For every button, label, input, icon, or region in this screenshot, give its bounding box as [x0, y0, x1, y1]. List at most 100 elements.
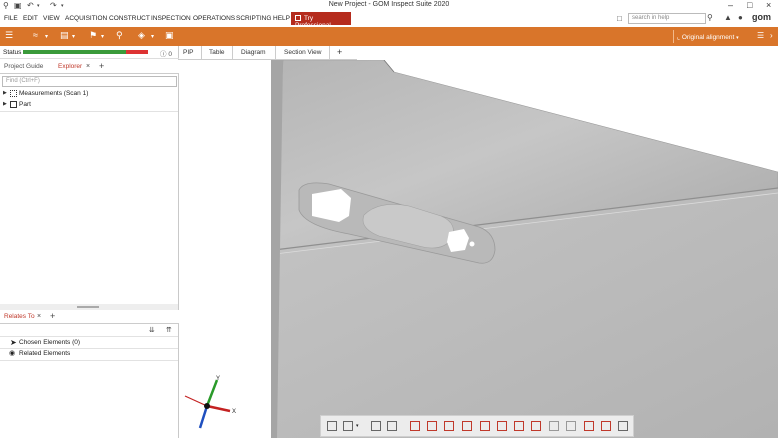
explorer-tab-bar: Project Guide Explorer × +	[0, 60, 179, 74]
display-mode-icon[interactable]	[327, 421, 337, 431]
related-elements-icon: ◉	[9, 350, 16, 357]
invert-select-icon[interactable]	[566, 421, 576, 431]
status-progress-fill	[23, 50, 126, 54]
toolbar-options-icon[interactable]: ☰	[757, 31, 764, 40]
deselect-icon[interactable]	[549, 421, 559, 431]
menu-help[interactable]: HELP	[273, 15, 290, 22]
tab-explorer[interactable]: Explorer	[58, 63, 82, 70]
menu-construct[interactable]: CONSTRUCT	[109, 15, 150, 22]
add-view-tab-button[interactable]: +	[337, 47, 342, 57]
tab-separator	[232, 46, 233, 60]
tree-item-measurements[interactable]: ▶ Measurements (Scan 1)	[0, 89, 178, 100]
find-input[interactable]: Find (Ctrl+F)	[2, 76, 177, 87]
toolbar-separator	[673, 30, 674, 43]
menu-view[interactable]: VIEW	[43, 15, 60, 22]
left-panel: Status ⓘ 0 Project Guide Explorer × + Fi…	[0, 46, 179, 438]
y-axis-label: Y	[216, 376, 220, 382]
expand-arrow-icon[interactable]: ▶	[3, 101, 7, 107]
alignment-selector[interactable]: ⌞ Original alignment ▾	[673, 27, 739, 46]
select-icon[interactable]	[371, 421, 381, 431]
cursor-icon: ➤	[10, 338, 17, 347]
try-professional-button[interactable]: Try Professional	[291, 12, 351, 29]
lock-icon[interactable]: □	[617, 14, 622, 23]
flag-tool-icon[interactable]: ⚑	[89, 30, 97, 41]
tab-table[interactable]: Table	[209, 49, 225, 56]
view-tab-bar: PIP Table Diagram Section View +	[179, 46, 357, 60]
tab-project-guide[interactable]: Project Guide	[4, 63, 43, 70]
select-through-icon[interactable]	[601, 421, 611, 431]
menu-icon[interactable]: ☰	[5, 30, 13, 41]
tree-item-label: Part	[19, 101, 31, 108]
mirror-icon[interactable]	[387, 421, 397, 431]
chevron-down-icon[interactable]: ▾	[45, 33, 48, 40]
status-row: Status ⓘ 0	[0, 46, 179, 59]
divider	[0, 111, 178, 112]
camera-icon[interactable]: ▣	[165, 30, 174, 41]
car-door-mesh[interactable]	[179, 60, 778, 438]
relates-tab-bar: Relates To × +	[0, 310, 179, 324]
menu-inspection[interactable]: INSPECTION	[151, 15, 191, 22]
tree-item-part[interactable]: ▶ Part	[0, 100, 178, 111]
main-toolbar: ☰ ≈ ▾ ▤ ▾ ⚑ ▾ ⚲ ◈ ▾ ▣	[0, 27, 778, 46]
coordinate-axis-gizmo: Y X	[184, 376, 236, 429]
expand-up-icon[interactable]: ⇈	[166, 326, 172, 334]
3d-viewport[interactable]	[179, 60, 778, 438]
tab-relates-to[interactable]: Relates To	[4, 313, 35, 320]
menu-acquisition[interactable]: ACQUISITION	[65, 15, 107, 22]
section-icon[interactable]	[410, 421, 420, 431]
help-search-icon[interactable]: ⚲	[707, 13, 713, 22]
angle-select-icon[interactable]	[514, 421, 524, 431]
chevron-right-icon[interactable]: ›	[770, 31, 773, 40]
polygon-select-icon[interactable]	[497, 421, 507, 431]
minimize-icon[interactable]: –	[728, 0, 733, 10]
tab-pip[interactable]: PIP	[183, 49, 193, 56]
collapse-all-icon[interactable]: ⇊	[149, 326, 155, 334]
tab-separator	[275, 46, 276, 60]
alignment-label: Original alignment	[681, 34, 735, 41]
relates-related-elements[interactable]: ◉ Related Elements	[0, 349, 178, 360]
clip-icon[interactable]	[427, 421, 437, 431]
chevron-down-icon[interactable]: ▾	[101, 33, 104, 40]
info-badge[interactable]: ⓘ 0	[160, 48, 172, 58]
tab-separator	[201, 46, 202, 60]
select-all-icon[interactable]	[584, 421, 594, 431]
chevron-down-icon[interactable]: ▾	[72, 33, 75, 40]
chevron-down-icon[interactable]: ▾	[151, 33, 154, 40]
close-tab-icon[interactable]: ×	[37, 313, 41, 320]
user-icon[interactable]: ●	[738, 13, 743, 22]
view-style-icon[interactable]	[343, 421, 353, 431]
info-icon: ⓘ	[160, 51, 167, 58]
chart-tool-icon[interactable]: ▤	[60, 30, 69, 41]
add-tab-button[interactable]: +	[99, 61, 104, 71]
tab-section-view[interactable]: Section View	[284, 49, 321, 56]
inspect-tool-icon[interactable]: ⚲	[116, 30, 123, 41]
ellipse-select-icon[interactable]	[462, 421, 472, 431]
frame-icon[interactable]	[444, 421, 454, 431]
x-axis-label: X	[232, 409, 236, 415]
status-label: Status	[3, 49, 22, 56]
x-axis-line	[206, 404, 231, 413]
menu-file[interactable]: FILE	[4, 15, 18, 22]
menu-edit[interactable]: EDIT	[23, 15, 38, 22]
close-icon[interactable]: ×	[766, 0, 771, 10]
relates-item-label: Chosen Elements (0)	[19, 339, 81, 346]
chevron-down-icon: ▾	[736, 35, 739, 41]
tab-diagram[interactable]: Diagram	[241, 49, 266, 56]
z-axis-line	[198, 405, 209, 429]
academy-icon[interactable]: ▲	[724, 13, 732, 22]
curve-tool-icon[interactable]: ≈	[33, 30, 38, 40]
connected-select-icon[interactable]	[531, 421, 541, 431]
x-axis-negative-line	[184, 395, 208, 407]
add-tab-button[interactable]: +	[50, 311, 55, 321]
tab-separator	[329, 46, 330, 60]
chevron-down-icon[interactable]: ▾	[356, 423, 359, 429]
help-search-input[interactable]: search in help	[628, 13, 706, 24]
maximize-icon[interactable]: □	[747, 0, 752, 10]
expand-arrow-icon[interactable]: ▶	[3, 90, 7, 96]
rect-select-icon[interactable]	[480, 421, 490, 431]
menu-operations[interactable]: OPERATIONS	[193, 15, 235, 22]
menu-scripting[interactable]: SCRIPTING	[236, 15, 271, 22]
align-tool-icon[interactable]: ◈	[138, 30, 145, 41]
screenshot-icon[interactable]	[618, 421, 628, 431]
close-tab-icon[interactable]: ×	[86, 63, 90, 70]
